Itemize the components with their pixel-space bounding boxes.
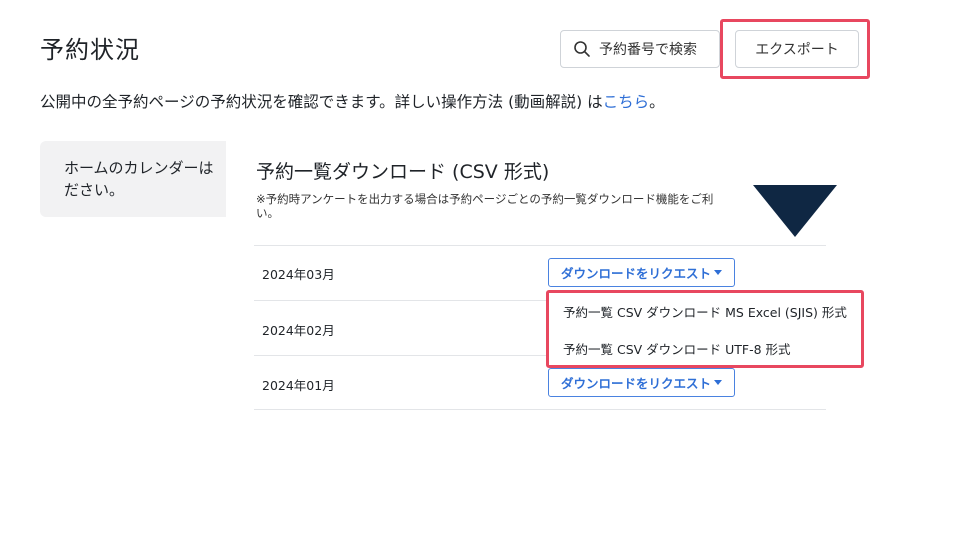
request-button-label: ダウンロードをリクエスト [560, 376, 711, 391]
divider [254, 409, 826, 410]
caret-down-icon [714, 380, 722, 385]
dropdown-item-utf8[interactable]: 予約一覧 CSV ダウンロード UTF-8 形式 [563, 339, 791, 358]
description-text: 公開中の全予約ページの予約状況を確認できます。詳しい操作方法 (動画解説) は [40, 93, 603, 111]
month-label: 2024年03月 [262, 267, 335, 282]
pointer-triangle-icon [753, 185, 837, 237]
note-line-1: ※予約時アンケートを出力する場合は予約ページごとの予約一覧ダウンロード機能をご利 [256, 192, 714, 206]
note-line-2: い。 [256, 206, 279, 220]
download-panel-note: ※予約時アンケートを出力する場合は予約ページごとの予約一覧ダウンロード機能をご利… [256, 192, 776, 220]
search-icon [573, 40, 591, 58]
request-button-label: ダウンロードをリクエスト [560, 266, 711, 281]
month-label: 2024年02月 [262, 323, 335, 338]
search-button[interactable]: 予約番号で検索 [560, 30, 720, 68]
info-line-1: ホームのカレンダーは [64, 159, 214, 177]
page-description: 公開中の全予約ページの予約状況を確認できます。詳しい操作方法 (動画解説) はこ… [40, 90, 665, 112]
download-panel-title: 予約一覧ダウンロード (CSV 形式) [256, 161, 550, 183]
description-suffix: 。 [649, 93, 665, 111]
page-title: 予約状況 [40, 36, 140, 64]
export-button[interactable]: エクスポート [735, 30, 859, 68]
caret-down-icon [714, 270, 722, 275]
dropdown-item-sjis[interactable]: 予約一覧 CSV ダウンロード MS Excel (SJIS) 形式 [563, 302, 847, 321]
help-link[interactable]: こちら [603, 93, 650, 111]
search-button-label: 予約番号で検索 [599, 42, 697, 58]
divider [254, 245, 826, 246]
request-download-button[interactable]: ダウンロードをリクエスト [548, 258, 735, 287]
download-format-dropdown: 予約一覧 CSV ダウンロード MS Excel (SJIS) 形式 予約一覧 … [546, 290, 864, 368]
month-label: 2024年01月 [262, 378, 335, 393]
info-line-2: ださい。 [64, 181, 125, 199]
calendar-info-box: ホームのカレンダーは ださい。 [40, 141, 240, 217]
request-download-button[interactable]: ダウンロードをリクエスト [548, 368, 735, 397]
